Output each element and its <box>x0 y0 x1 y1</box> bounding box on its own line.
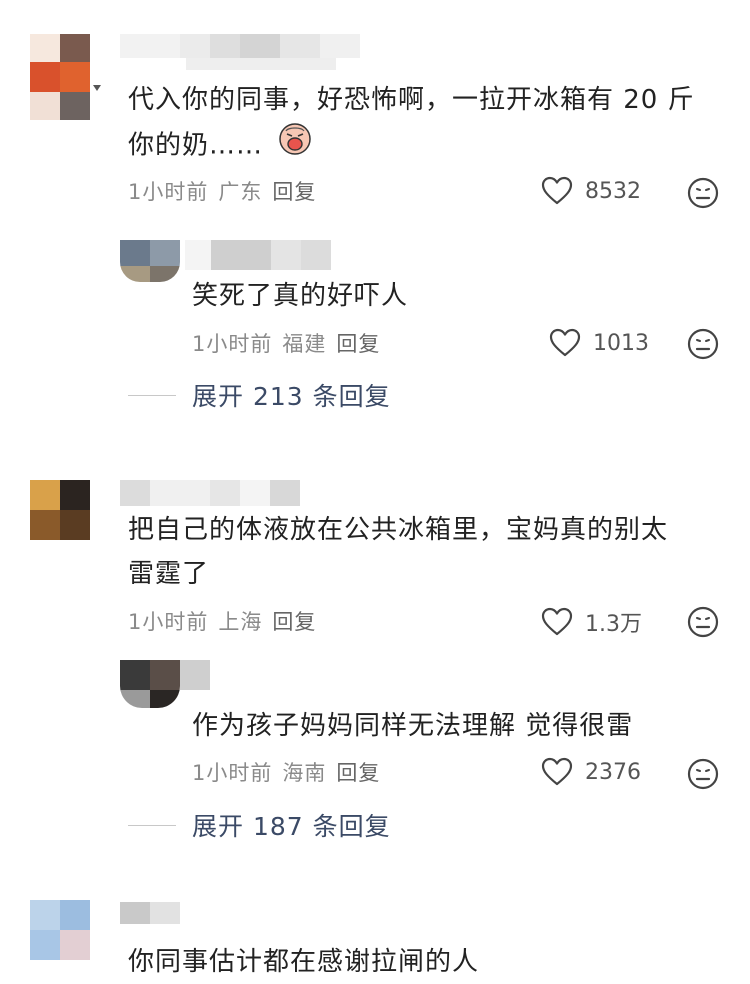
comment-meta: 1小时前 上海 回复 <box>128 606 316 636</box>
like-count: 1.3万 <box>585 612 642 637</box>
emoji-face-icon[interactable] <box>687 758 719 794</box>
sub-reply-meta: 1小时前 海南 回复 <box>192 757 380 787</box>
sub-reply-text: 作为孩子妈妈同样无法理解 觉得很雷 <box>192 711 634 741</box>
username-blurred-subline <box>186 58 336 70</box>
sub-reply-meta: 1小时前 福建 回复 <box>192 328 380 358</box>
sub-reply-username-blurred[interactable] <box>180 660 210 690</box>
avatar[interactable] <box>30 900 90 960</box>
sub-reply-location: 海南 <box>282 761 327 785</box>
comment-meta: 1小时前 广东 回复 <box>128 176 316 206</box>
username-blurred[interactable] <box>120 480 300 506</box>
sub-reply-avatar[interactable] <box>120 240 180 282</box>
comment-time: 1小时前 <box>128 610 209 634</box>
comment-text-line-2-content: 你的奶…… <box>128 130 264 161</box>
expand-divider-line <box>128 824 176 826</box>
sub-reply-like-count: 2376 <box>585 759 641 785</box>
sub-reply-like-button[interactable]: 1013 <box>549 328 649 358</box>
like-button[interactable]: 8532 <box>541 176 641 206</box>
sub-reply-reply-button[interactable]: 回复 <box>336 757 380 787</box>
comment-text-line-1: 代入你的同事，好恐怖啊，一拉开冰箱有 20 斤 <box>128 85 695 115</box>
heart-outline-icon <box>541 607 573 636</box>
expand-replies-button[interactable]: 展开 213 条回复 <box>128 377 391 413</box>
heart-outline-icon <box>541 176 573 205</box>
sub-reply-like-count: 1013 <box>593 330 649 356</box>
comment-location: 广东 <box>218 180 263 204</box>
sub-reply-reply-button[interactable]: 回复 <box>336 328 380 358</box>
avatar[interactable] <box>30 480 90 540</box>
comment-text-line-1: 你同事估计都在感谢拉闸的人 <box>128 947 480 977</box>
expand-divider-line <box>128 394 176 396</box>
comment-text-line-2: 你的奶…… <box>128 122 312 170</box>
emoji-face-icon[interactable] <box>687 328 719 364</box>
username-blurred[interactable] <box>120 34 360 58</box>
sub-reply-time: 1小时前 <box>192 761 273 785</box>
expand-replies-label: 展开 213 条回复 <box>192 382 391 411</box>
comment-text-line-1: 把自己的体液放在公共冰箱里，宝妈真的别太 <box>128 515 669 545</box>
comment-location: 上海 <box>218 610 263 634</box>
heart-outline-icon <box>541 757 573 786</box>
reply-button[interactable]: 回复 <box>272 606 316 636</box>
like-count: 8532 <box>585 178 641 204</box>
heart-outline-icon <box>549 328 581 357</box>
emoji-face-icon[interactable] <box>687 177 719 213</box>
comment-time: 1小时前 <box>128 180 209 204</box>
sub-reply-username-blurred[interactable] <box>185 240 331 270</box>
comment-text-line-2: 雷霆了 <box>128 559 210 589</box>
sub-reply-time: 1小时前 <box>192 332 273 356</box>
expand-replies-label: 展开 187 条回复 <box>192 812 391 841</box>
username-blurred[interactable] <box>120 902 180 924</box>
sub-reply-avatar[interactable] <box>120 660 180 708</box>
dropdown-indicator <box>93 85 101 91</box>
sub-reply-like-button[interactable]: 2376 <box>541 757 641 787</box>
like-button[interactable]: 1.3万 <box>541 606 642 638</box>
sub-reply-text: 笑死了真的好吓人 <box>192 281 409 311</box>
reply-button[interactable]: 回复 <box>272 176 316 206</box>
expand-replies-button[interactable]: 展开 187 条回复 <box>128 807 391 843</box>
crying-face-emoji-icon <box>278 122 312 170</box>
sub-reply-location: 福建 <box>282 332 327 356</box>
emoji-face-icon[interactable] <box>687 606 719 642</box>
avatar[interactable] <box>30 34 90 120</box>
